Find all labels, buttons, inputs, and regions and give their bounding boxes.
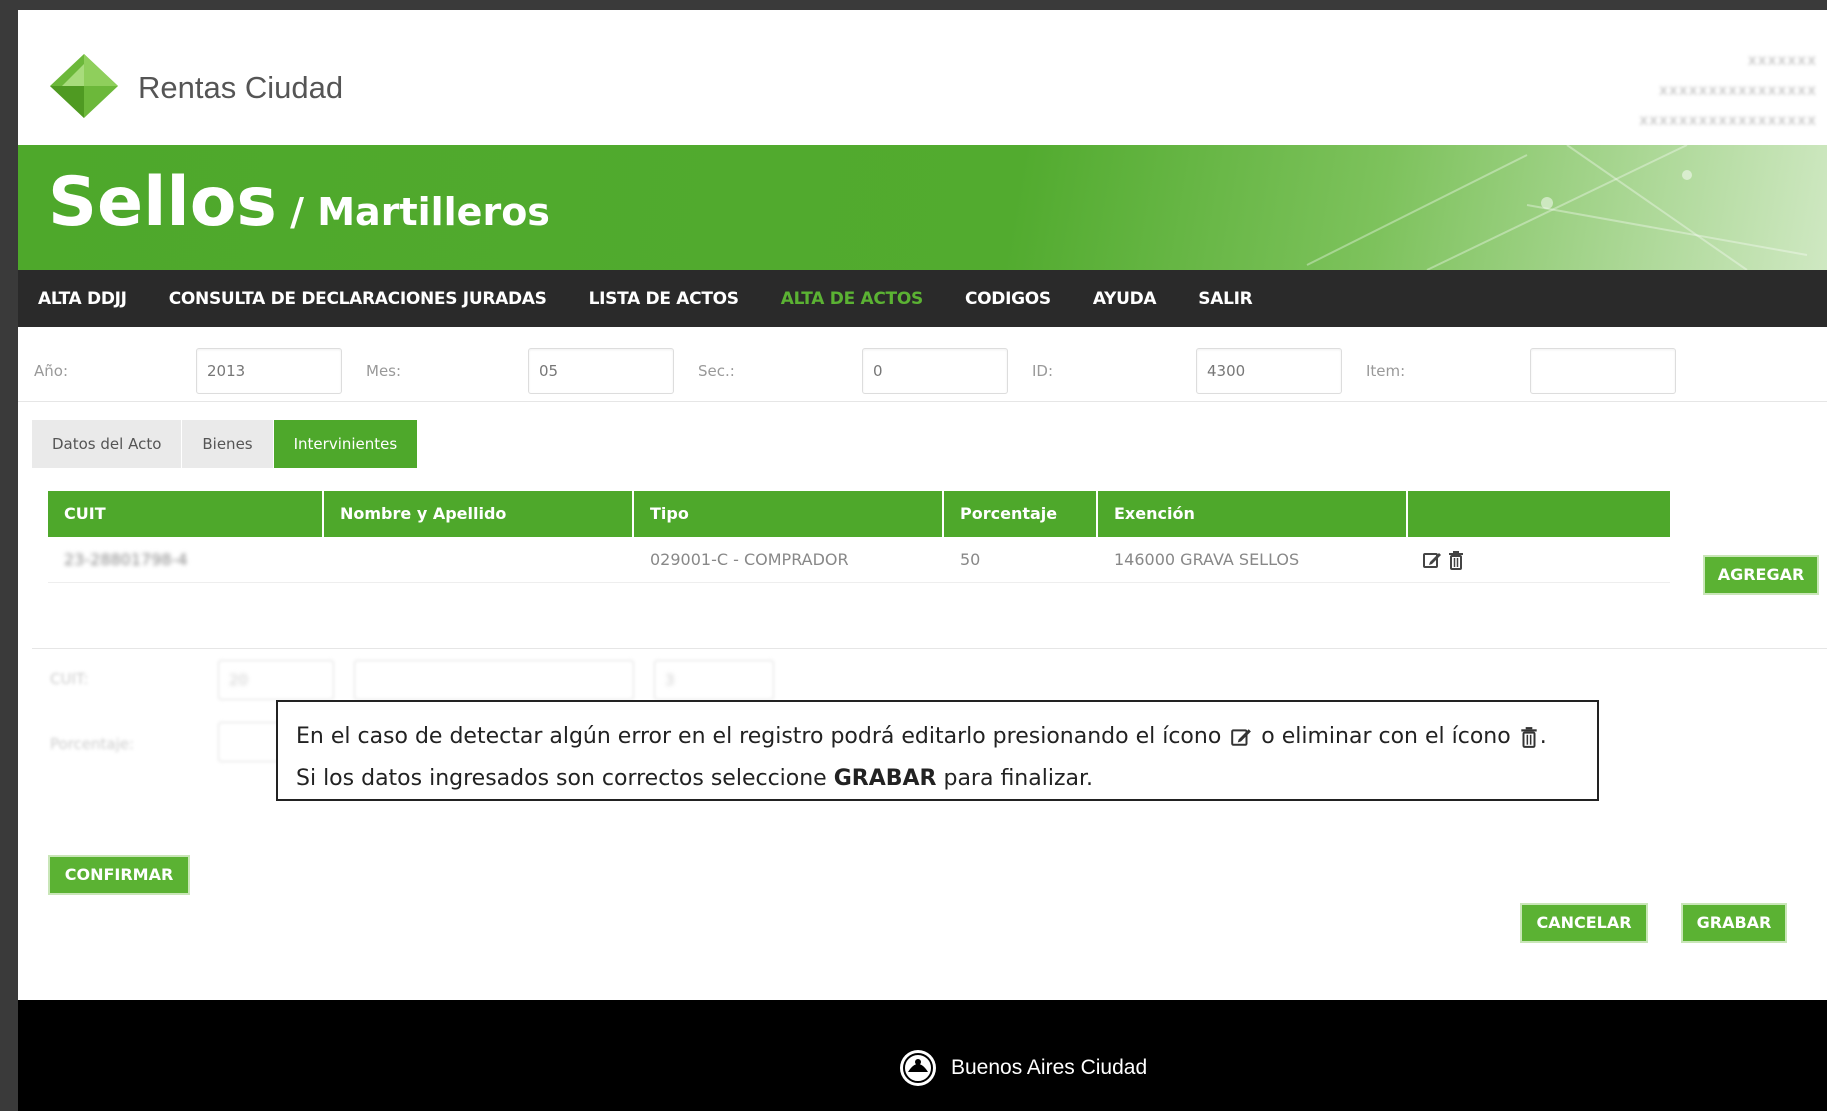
- tab-bar: Datos del Acto Bienes Intervinientes: [32, 420, 419, 468]
- id-input[interactable]: 4300: [1196, 348, 1342, 394]
- user-info-line: xxxxxxxxxxxxxxxx: [1658, 81, 1817, 99]
- anio-input[interactable]: 2013: [196, 348, 342, 394]
- anio-label: Año:: [34, 362, 68, 380]
- nav-item-alta-ddjj[interactable]: ALTA DDJJ: [38, 289, 127, 309]
- callout-text: o eliminar con el ícono: [1261, 724, 1511, 749]
- nav-item-alta-actos[interactable]: ALTA DE ACTOS: [781, 289, 924, 309]
- cell-exencion: 146000 GRAVA SELLOS: [1114, 550, 1300, 569]
- nav-item-consulta-declaraciones[interactable]: CONSULTA DE DECLARACIONES JURADAS: [169, 289, 547, 309]
- callout-line-1: En el caso de detectar algún error en el…: [296, 716, 1579, 758]
- nav-item-lista-actos[interactable]: LISTA DE ACTOS: [589, 289, 739, 309]
- item-label: Item:: [1366, 362, 1406, 380]
- column-header-actions: [1408, 491, 1664, 537]
- user-info: xxxxxxx xxxxxxxxxxxxxxxx xxxxxxxxxxxxxxx…: [1639, 45, 1817, 135]
- rentas-logo-icon[interactable]: [48, 50, 120, 122]
- page-title: Sellos / Martilleros: [48, 163, 550, 242]
- nav-item-salir[interactable]: SALIR: [1198, 289, 1252, 309]
- callout-bold-text: GRABAR: [833, 766, 937, 791]
- main-nav: ALTA DDJJ CONSULTA DE DECLARACIONES JURA…: [18, 270, 1827, 327]
- cell-cuit: 23-28801798-4: [64, 550, 188, 569]
- window-frame-left: [0, 0, 18, 1111]
- cuit-number-input[interactable]: [354, 660, 634, 700]
- intervinientes-table: CUIT Nombre y Apellido Tipo Porcentaje E…: [48, 491, 1670, 583]
- cell-porcentaje: 50: [960, 550, 981, 569]
- cuit-form-label: CUIT:: [50, 670, 89, 688]
- footer-text: Buenos Aires Ciudad: [951, 1056, 1148, 1079]
- sec-input[interactable]: 0: [862, 348, 1008, 394]
- cell-tipo: 029001-C - COMPRADOR: [650, 550, 849, 569]
- cuit-prefix-select[interactable]: 20: [218, 660, 334, 700]
- cell-actions: [1408, 537, 1664, 582]
- edit-icon: [1231, 729, 1252, 746]
- filter-row: Año: 2013 Mes: 05 Sec.: 0 ID: 4300 Item:: [18, 340, 1827, 402]
- trash-icon: [1521, 727, 1537, 748]
- callout-text: .: [1539, 724, 1547, 749]
- site-footer: Buenos Aires Ciudad: [18, 1000, 1827, 1111]
- column-header-nombre: Nombre y Apellido: [324, 491, 634, 537]
- cuit-suffix-value: 3: [665, 671, 675, 689]
- window-frame-top: [0, 0, 1827, 10]
- page-title-main: Sellos: [48, 163, 277, 242]
- edit-icon[interactable]: [1422, 550, 1442, 570]
- callout-text: para finalizar.: [943, 766, 1094, 791]
- confirmar-button[interactable]: CONFIRMAR: [48, 855, 190, 895]
- callout-line-2: Si los datos ingresados son correctos se…: [296, 758, 1579, 800]
- instruction-callout: En el caso de detectar algún error en el…: [276, 700, 1599, 801]
- table-header: CUIT Nombre y Apellido Tipo Porcentaje E…: [48, 491, 1670, 537]
- id-label: ID:: [1032, 362, 1054, 380]
- site-header: Rentas Ciudad xxxxxxx xxxxxxxxxxxxxxxx x…: [18, 10, 1827, 145]
- column-header-tipo: Tipo: [634, 491, 944, 537]
- tab-intervinientes[interactable]: Intervinientes: [273, 420, 419, 468]
- section-divider: [32, 648, 1827, 649]
- tab-datos-del-acto[interactable]: Datos del Acto: [32, 420, 183, 468]
- nav-item-codigos[interactable]: CODIGOS: [965, 289, 1051, 309]
- cell-nombre: [324, 537, 634, 582]
- column-header-cuit: CUIT: [48, 491, 324, 537]
- banner-decoration: [1306, 145, 1808, 270]
- page: Rentas Ciudad xxxxxxx xxxxxxxxxxxxxxxx x…: [18, 10, 1827, 1111]
- porcentaje-form-label: Porcentaje:: [50, 735, 135, 753]
- cuit-prefix-value: 20: [229, 671, 249, 689]
- column-header-porcentaje: Porcentaje: [944, 491, 1098, 537]
- user-info-line: xxxxxxxxxxxxxxxxxx: [1639, 111, 1817, 129]
- mes-input[interactable]: 05: [528, 348, 674, 394]
- cancelar-button[interactable]: CANCELAR: [1520, 903, 1648, 943]
- column-header-exencion: Exención: [1098, 491, 1408, 537]
- table-row: 23-28801798-4 029001-C - COMPRADOR 50 14…: [48, 537, 1670, 583]
- mes-label: Mes:: [366, 362, 402, 380]
- agregar-button[interactable]: AGREGAR: [1703, 555, 1819, 595]
- tab-bienes[interactable]: Bienes: [182, 420, 274, 468]
- item-input[interactable]: [1530, 348, 1676, 394]
- grabar-button[interactable]: GRABAR: [1681, 903, 1787, 943]
- user-info-line: xxxxxxx: [1747, 51, 1817, 69]
- page-title-sub: / Martilleros: [276, 190, 550, 234]
- cuit-suffix-select[interactable]: 3: [654, 660, 774, 700]
- callout-text: Si los datos ingresados son correctos se…: [296, 766, 827, 791]
- site-logo-text[interactable]: Rentas Ciudad: [138, 70, 343, 106]
- nav-item-ayuda[interactable]: AYUDA: [1093, 289, 1157, 309]
- trash-icon[interactable]: [1448, 550, 1464, 570]
- callout-text: En el caso de detectar algún error en el…: [296, 724, 1222, 749]
- buenos-aires-logo-icon: [900, 1050, 936, 1086]
- sec-label: Sec.:: [698, 362, 735, 380]
- section-banner: Sellos / Martilleros: [18, 145, 1827, 270]
